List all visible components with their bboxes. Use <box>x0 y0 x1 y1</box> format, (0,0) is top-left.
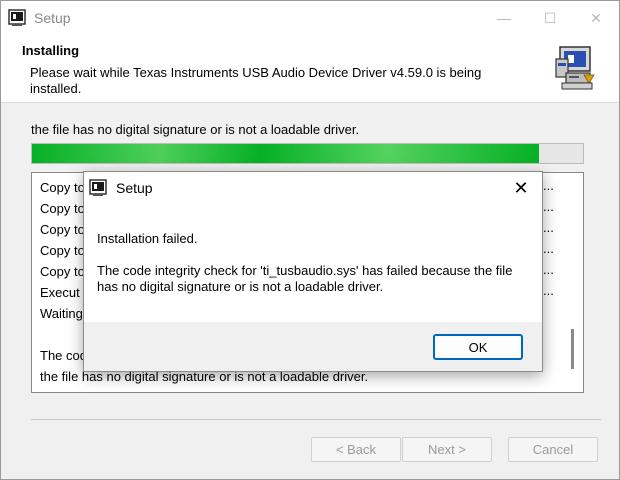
dialog-footer: OK <box>84 322 542 371</box>
log-ellipsis: ... <box>543 241 554 256</box>
wizard-header: Installing Please wait while Texas Instr… <box>1 35 619 103</box>
log-line: Waiting <box>40 306 83 321</box>
dialog-title-bar[interactable]: Setup ✕ <box>84 172 542 203</box>
log-line: Copy to <box>40 243 85 258</box>
progress-fill <box>32 144 539 163</box>
error-message: The code integrity check for 'ti_tusbaud… <box>97 263 513 294</box>
dialog-body: Installation failed. The code integrity … <box>84 203 542 322</box>
setup-app-icon <box>8 9 26 26</box>
minimize-icon: — <box>497 10 511 26</box>
log-ellipsis: ... <box>543 220 554 235</box>
next-button[interactable]: Next > <box>402 437 492 462</box>
close-icon: ✕ <box>513 177 529 198</box>
page-title: Installing <box>22 43 80 58</box>
log-ellipsis: ... <box>543 262 554 277</box>
log-line: The cod <box>40 348 87 363</box>
ok-button[interactable]: OK <box>433 334 523 360</box>
close-button[interactable]: ✕ <box>573 1 619 35</box>
log-line: Copy to <box>40 180 85 195</box>
log-ellipsis: ... <box>543 199 554 214</box>
log-line: Copy to <box>40 201 85 216</box>
dialog-title: Setup <box>116 179 153 196</box>
dialog-close-button[interactable]: ✕ <box>504 173 538 203</box>
minimize-button[interactable]: — <box>481 1 527 35</box>
back-button[interactable]: < Back <box>311 437 401 462</box>
log-ellipsis: ... <box>543 283 554 298</box>
footer-separator <box>31 419 601 420</box>
log-line: Copy to <box>40 222 85 237</box>
log-scrollbar-thumb[interactable] <box>571 329 574 369</box>
cancel-button[interactable]: Cancel <box>508 437 598 462</box>
log-line: Copy to <box>40 264 85 279</box>
log-ellipsis: ... <box>543 178 554 193</box>
log-line: Execut <box>40 285 80 300</box>
setup-app-icon <box>89 178 107 196</box>
maximize-icon: ☐ <box>543 9 557 26</box>
installer-computer-icon <box>555 46 595 90</box>
error-heading: Installation failed. <box>97 231 198 246</box>
install-progress-bar <box>31 143 584 164</box>
window-title: Setup <box>34 10 71 26</box>
close-icon: ✕ <box>590 9 602 26</box>
title-bar[interactable]: Setup — ☐ ✕ <box>1 1 619 35</box>
page-description: Please wait while Texas Instruments USB … <box>30 65 482 96</box>
status-text: the file has no digital signature or is … <box>31 122 360 137</box>
error-dialog: Setup ✕ Installation failed. The code in… <box>83 171 543 372</box>
maximize-button[interactable]: ☐ <box>527 1 573 35</box>
setup-window: Setup — ☐ ✕ Installing Please wait while… <box>0 0 620 480</box>
